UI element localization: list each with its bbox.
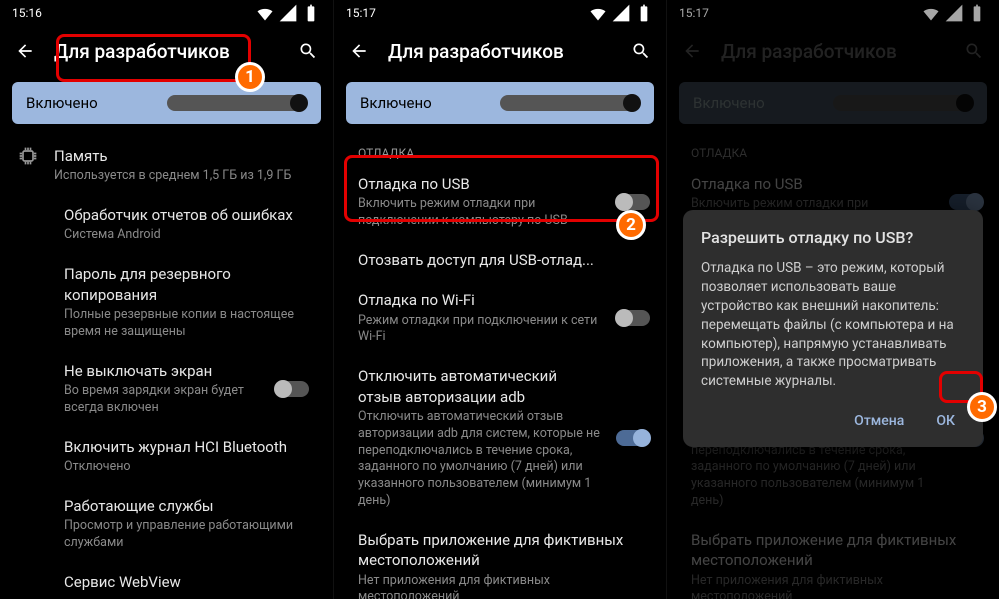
toggle-usb-debug[interactable] — [616, 194, 650, 210]
status-icons — [255, 3, 321, 23]
master-toggle-label: Включено — [26, 94, 167, 112]
item-subtitle: Используется в среднем 1,5 ГБ из 1,9 ГБ — [54, 168, 309, 185]
status-icons — [588, 3, 654, 23]
item-subtitle: Включить режим отладки при подключении к… — [358, 196, 600, 230]
page-title: Для разработчиков — [54, 40, 279, 63]
toggle-master[interactable] — [167, 95, 308, 111]
dialog-actions: Отмена ОК — [701, 405, 965, 437]
item-adb[interactable]: Отключить автоматический отзыв авторизац… — [334, 356, 666, 520]
signal-icon — [611, 3, 631, 23]
toggle-wifi-debug[interactable] — [616, 310, 650, 326]
page-title: Для разработчиков — [388, 40, 612, 63]
item-backuppw[interactable]: Пароль для резервного копирования Полные… — [0, 254, 333, 350]
item-usb-debug[interactable]: Отладка по USB Включить режим отладки пр… — [334, 164, 666, 240]
item-subtitle: Во время зарядки экран будет всегда вклю… — [64, 383, 259, 417]
status-bar: 15:16 — [0, 0, 333, 26]
item-subtitle: Нет приложения для фиктивных местоположе… — [358, 573, 650, 599]
master-toggle-label: Включено — [360, 94, 500, 112]
toggle-adb[interactable] — [616, 430, 650, 446]
app-bar: Для разработчиков — [0, 26, 333, 76]
app-bar: Для разработчиков — [334, 26, 666, 76]
battery-icon — [301, 3, 321, 23]
phone-left: 15:16 Для разработчиков Включено Память … — [0, 0, 333, 599]
item-title: Память — [54, 146, 309, 166]
item-title: Отладка по USB — [358, 174, 600, 194]
item-subtitle: Отключено — [64, 459, 309, 476]
settings-list: ОТЛАДКА Отладка по USB Включить режим от… — [334, 124, 666, 599]
item-title: Отключить автоматический отзыв авторизац… — [358, 366, 600, 407]
item-webview[interactable]: Сервис WebView — [0, 562, 333, 599]
wifi-icon — [255, 3, 275, 23]
item-title: Сервис WebView — [64, 572, 309, 592]
item-mockloc[interactable]: Выбрать приложение для фиктивных местопо… — [334, 520, 666, 599]
item-bugreport[interactable]: Обработчик отчетов об ошибках Система An… — [0, 195, 333, 254]
dialog-title: Разрешить отладку по USB? — [701, 228, 965, 247]
item-title: Работающие службы — [64, 496, 309, 516]
item-title: Обработчик отчетов об ошибках — [64, 205, 309, 225]
back-button[interactable] — [14, 40, 36, 62]
wifi-icon — [588, 3, 608, 23]
back-button[interactable] — [348, 40, 370, 62]
item-title: Выбрать приложение для фиктивных местопо… — [358, 530, 650, 571]
item-services[interactable]: Работающие службы Просмотр и управление … — [0, 486, 333, 562]
item-subtitle: Система Android — [64, 227, 309, 244]
item-wifi-debug[interactable]: Отладка по Wi-Fi Режим отладки при подкл… — [334, 280, 666, 356]
search-button[interactable] — [630, 40, 652, 62]
search-button[interactable] — [297, 40, 319, 62]
item-subtitle: Отключить автоматический отзыв авторизац… — [358, 409, 600, 510]
item-memory[interactable]: Память Используется в среднем 1,5 ГБ из … — [0, 136, 333, 195]
phone-middle: 15:17 Для разработчиков Включено ОТЛАДКА… — [333, 0, 666, 599]
item-subtitle: Режим отладки при подключении к сети Wi-… — [358, 313, 600, 347]
item-title: Не выключать экран — [64, 361, 259, 381]
item-revoke[interactable]: Отозвать доступ для USB-отлад... — [334, 240, 666, 280]
dialog-usb-debug: Разрешить отладку по USB? Отладка по USB… — [683, 210, 983, 447]
item-title: Пароль для резервного копирования — [64, 264, 309, 305]
item-title: Включить журнал HCI Bluetooth — [64, 437, 309, 457]
item-title: Отладка по Wi-Fi — [358, 290, 600, 310]
status-bar: 15:17 — [334, 0, 666, 26]
toggle-stayawake[interactable] — [275, 381, 309, 397]
master-toggle[interactable]: Включено — [346, 82, 654, 124]
item-title: Отозвать доступ для USB-отлад... — [358, 250, 650, 270]
signal-icon — [278, 3, 298, 23]
phone-right: 15:17 Для разработчиков Включено ОТЛАДКА… — [666, 0, 999, 599]
master-toggle[interactable]: Включено — [12, 82, 321, 124]
clock: 15:16 — [12, 6, 42, 20]
chip-icon — [18, 146, 38, 166]
item-subtitle: Полные резервные копии в настоящее время… — [64, 307, 309, 341]
cancel-button[interactable]: Отмена — [844, 405, 914, 437]
dialog-body: Отладка по USB – это режим, который позв… — [701, 259, 965, 391]
section-debug: ОТЛАДКА — [334, 136, 666, 164]
item-subtitle: Просмотр и управление работающими служба… — [64, 518, 309, 552]
toggle-master[interactable] — [500, 95, 640, 111]
ok-button[interactable]: ОК — [926, 405, 965, 437]
clock: 15:17 — [346, 6, 376, 20]
item-stayawake[interactable]: Не выключать экран Во время зарядки экра… — [0, 351, 333, 427]
settings-list: Память Используется в среднем 1,5 ГБ из … — [0, 124, 333, 599]
item-hci[interactable]: Включить журнал HCI Bluetooth Отключено — [0, 427, 333, 486]
battery-icon — [634, 3, 654, 23]
